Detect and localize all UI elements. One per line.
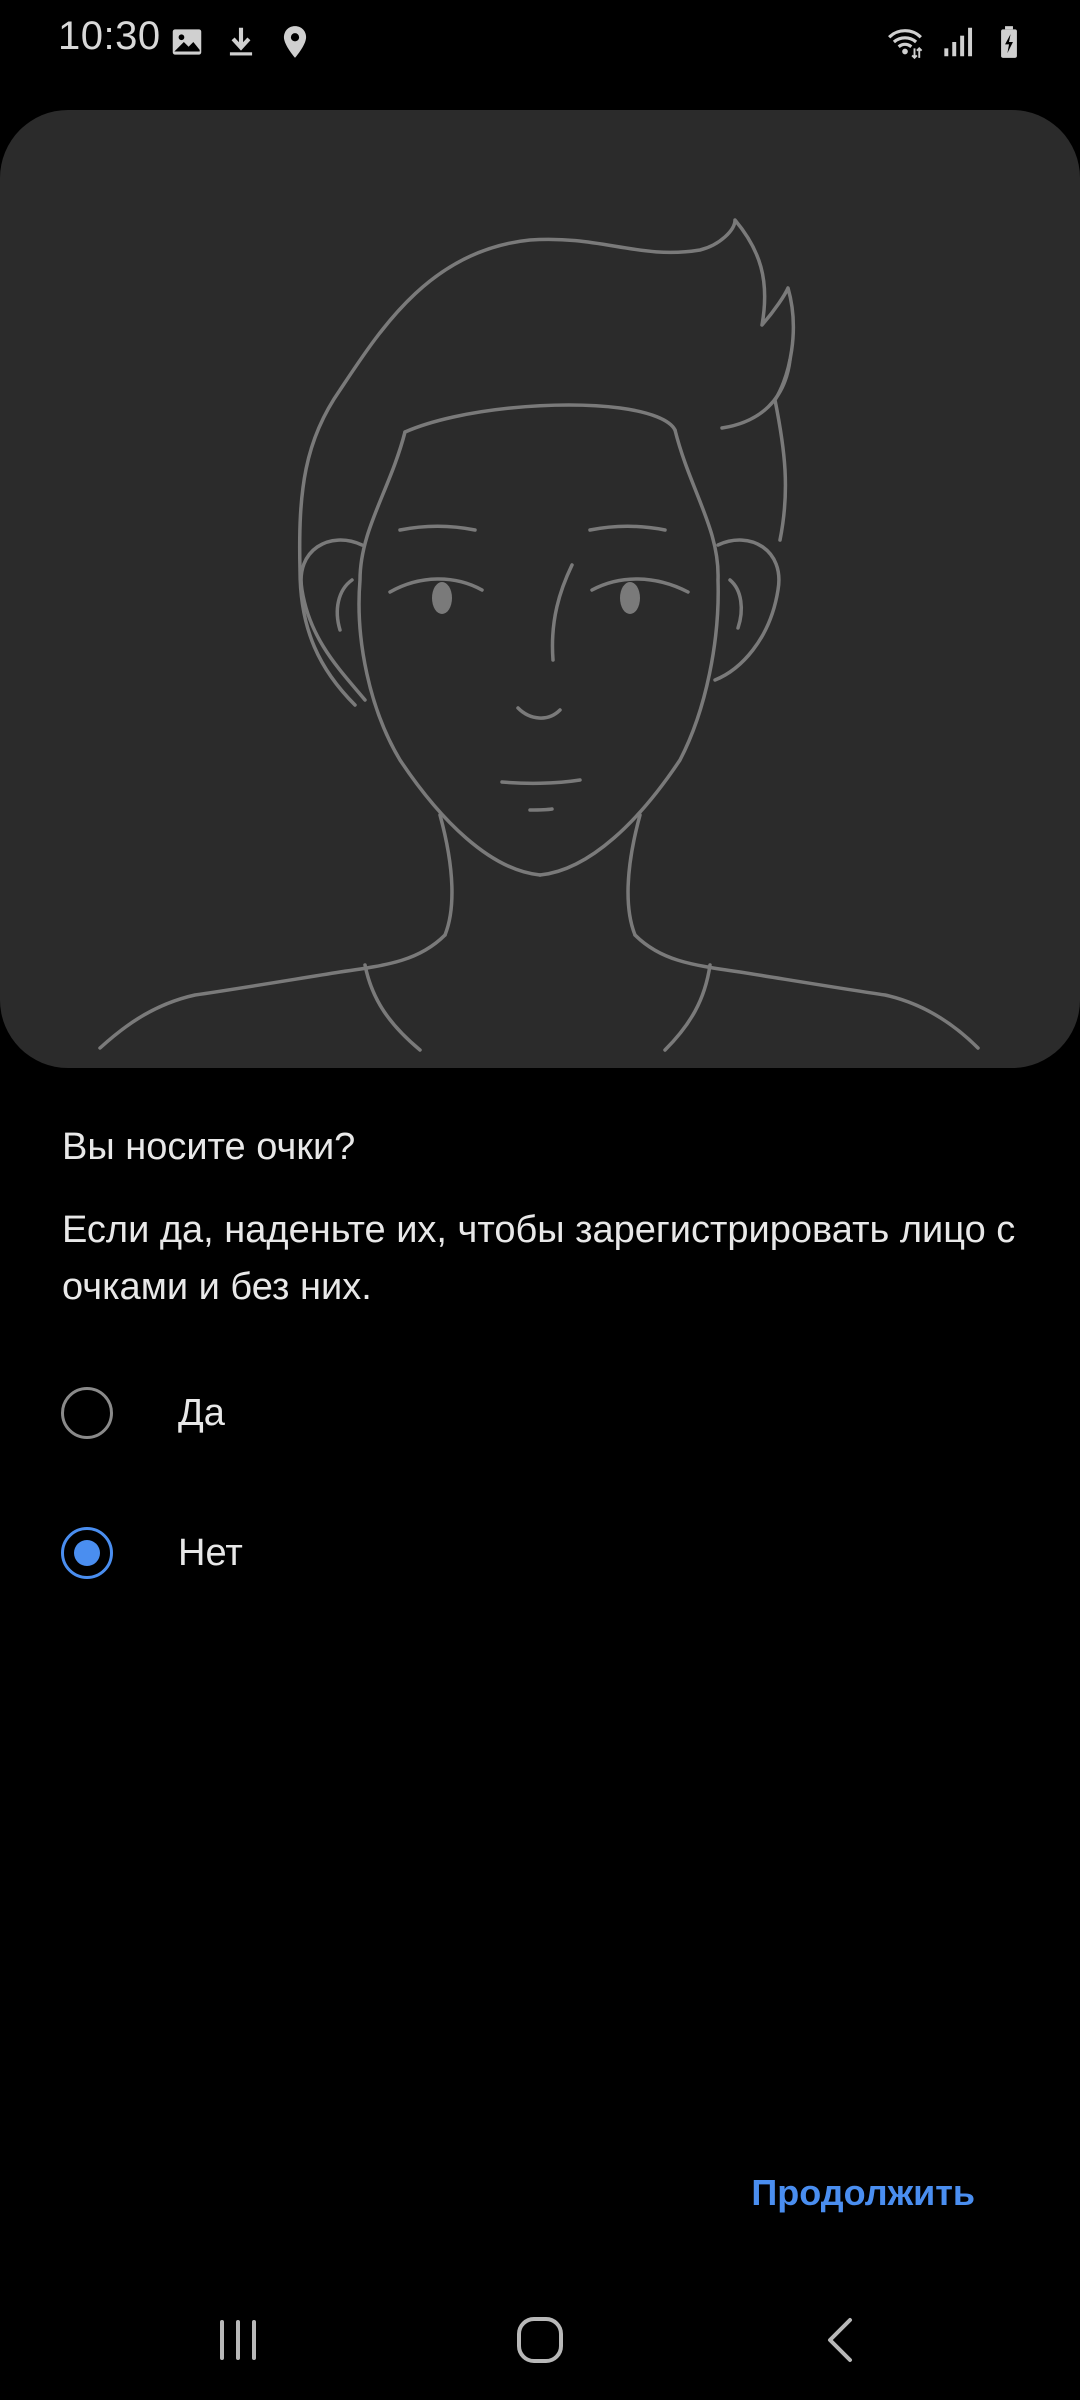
status-right-icons	[886, 20, 1028, 64]
back-button[interactable]	[812, 2310, 872, 2370]
status-time: 10:30	[58, 14, 161, 58]
radio-option-yes[interactable]: Да	[0, 1358, 1080, 1468]
continue-button[interactable]: Продолжить	[751, 2172, 975, 2214]
question-description: Если да, наденьте их, чтобы зарегистриро…	[62, 1209, 1016, 1308]
back-icon	[828, 2318, 852, 2362]
home-button[interactable]	[510, 2310, 570, 2370]
radio-button-no[interactable]	[61, 1527, 113, 1579]
location-pin-icon	[283, 26, 307, 58]
navigation-bar	[0, 2280, 1080, 2400]
radio-selected-dot	[74, 1540, 100, 1566]
radio-button-yes[interactable]	[61, 1387, 113, 1439]
download-icon	[229, 27, 253, 56]
status-bar: 10:30	[0, 0, 1080, 80]
face-illustration-card	[0, 110, 1080, 1068]
wifi-icon	[888, 29, 923, 60]
question-title: Вы носите очки?	[62, 1126, 356, 1168]
radio-label-no: Нет	[178, 1531, 243, 1574]
cell-signal-icon	[944, 27, 973, 57]
recents-icon	[220, 2320, 256, 2360]
radio-option-no[interactable]: Нет	[0, 1498, 1080, 1608]
home-icon	[517, 2317, 563, 2363]
battery-charging-icon	[1001, 26, 1017, 58]
image-icon	[172, 29, 202, 55]
recents-button[interactable]	[208, 2310, 268, 2370]
status-left-icons	[168, 22, 314, 62]
face-outline-illustration	[98, 218, 980, 1052]
radio-label-yes: Да	[178, 1391, 225, 1434]
